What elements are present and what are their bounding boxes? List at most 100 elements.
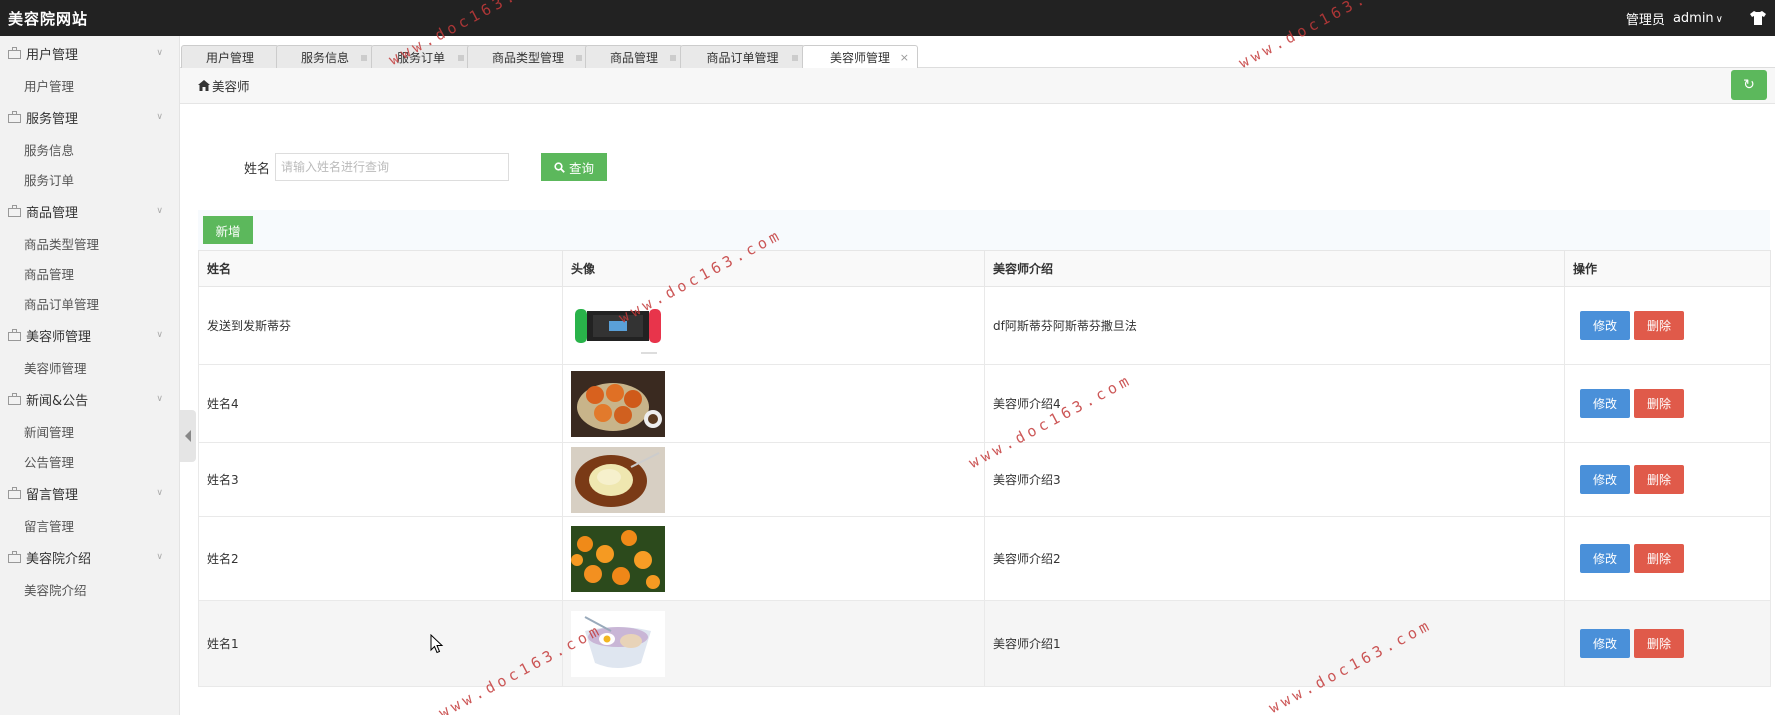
sidebar-collapse-handle[interactable] <box>180 410 196 462</box>
delete-button[interactable]: 删除 <box>1634 311 1684 340</box>
search-label: 姓名 <box>244 162 271 177</box>
site-title: 美容院网站 <box>8 9 89 28</box>
sidebar-group[interactable]: 美容院介绍 ∨ <box>0 540 179 574</box>
edit-button[interactable]: 修改 <box>1580 311 1630 340</box>
sidebar-item[interactable]: 新闻管理 <box>0 416 179 446</box>
sidebar-group-label: 服务管理 <box>26 111 79 127</box>
sidebar-item[interactable]: 公告管理 <box>0 446 179 476</box>
edit-button[interactable]: 修改 <box>1580 465 1630 494</box>
sidebar-item[interactable]: 美容师管理 <box>0 352 179 382</box>
username: admin <box>1672 10 1714 26</box>
tab-close-marker <box>458 55 464 61</box>
tab-label: 用户管理 <box>205 50 254 65</box>
sidebar-group[interactable]: 留言管理 ∨ <box>0 476 179 510</box>
briefcase-icon <box>8 551 21 563</box>
sidebar-group-label: 留言管理 <box>26 487 79 503</box>
tab-close-marker <box>792 55 798 61</box>
sidebar-item[interactable]: 美容院介绍 <box>0 574 179 604</box>
chevron-down-icon: ∨ <box>156 112 163 122</box>
cell-intro: 美容师介绍3 <box>984 442 1565 517</box>
briefcase-icon <box>8 205 21 217</box>
top-navbar: 美容院网站 管理员 admin ∨ <box>0 0 1775 36</box>
cell-intro: df阿斯蒂芬阿斯蒂芬撒旦法 <box>984 286 1565 365</box>
cell-actions: 修改 删除 <box>1564 442 1771 517</box>
sidebar-group-label: 用户管理 <box>26 47 79 63</box>
cell-avatar <box>562 442 985 517</box>
cell-intro: 美容师介绍1 <box>984 600 1565 687</box>
sidebar: 用户管理 ∨ 用户管理 服务管理 ∨ 服务信息 服务订单 商品管理 ∨ 商品类型管理 商品管理 商品订… <box>0 36 180 715</box>
user-menu[interactable]: admin ∨ <box>1673 11 1723 26</box>
sidebar-item[interactable]: 服务信息 <box>0 134 179 164</box>
cell-name: 姓名4 <box>198 364 563 443</box>
edit-button[interactable]: 修改 <box>1580 629 1630 658</box>
table-body: 发送到发斯蒂芬 df阿斯蒂芬阿斯蒂芬撒旦法 修改 删除 姓名4 美容师介绍4 修改 删除 姓名3… <box>198 286 1771 687</box>
sidebar-item[interactable]: 商品管理 <box>0 258 179 288</box>
tab-close-marker <box>670 55 676 61</box>
breadcrumb: 美容师 ↻ <box>180 68 1775 104</box>
sidebar-group-label: 商品管理 <box>26 205 79 221</box>
collapse-arrow-icon <box>185 430 191 442</box>
tab-label: 商品订单管理 <box>706 50 779 65</box>
sidebar-group[interactable]: 商品管理 ∨ <box>0 194 179 228</box>
sidebar-group[interactable]: 用户管理 ∨ <box>0 36 179 70</box>
search-input[interactable] <box>275 153 509 181</box>
search-button[interactable]: 查询 <box>541 153 607 181</box>
cell-name: 发送到发斯蒂芬 <box>198 286 563 365</box>
edit-button[interactable]: 修改 <box>1580 389 1630 418</box>
tab[interactable]: 商品订单管理 <box>680 45 805 68</box>
cell-actions: 修改 删除 <box>1564 516 1771 601</box>
sidebar-group-label: 美容院介绍 <box>26 551 92 567</box>
beautician-table: 姓名 头像 美容师介绍 操作 发送到发斯蒂芬 df阿斯蒂芬阿斯蒂芬撒旦法 修改 删除 姓名4 美… <box>198 250 1771 687</box>
chevron-down-icon: ∨ <box>156 48 163 58</box>
tab[interactable]: 服务信息 <box>276 45 374 68</box>
cell-avatar <box>562 516 985 601</box>
column-header: 操作 <box>1564 250 1771 287</box>
tab[interactable]: 商品类型管理 <box>467 45 589 68</box>
cell-intro: 美容师介绍2 <box>984 516 1565 601</box>
edit-button[interactable]: 修改 <box>1580 544 1630 573</box>
sidebar-item[interactable]: 用户管理 <box>0 70 179 100</box>
cell-name: 姓名3 <box>198 442 563 517</box>
column-header: 姓名 <box>198 250 563 287</box>
briefcase-icon <box>8 47 21 59</box>
cell-name: 姓名2 <box>198 516 563 601</box>
delete-button[interactable]: 删除 <box>1634 465 1684 494</box>
sidebar-item[interactable]: 服务订单 <box>0 164 179 194</box>
sidebar-item[interactable]: 商品类型管理 <box>0 228 179 258</box>
cell-actions: 修改 删除 <box>1564 600 1771 687</box>
chevron-down-icon: ∨ <box>156 488 163 498</box>
table-header: 姓名 头像 美容师介绍 操作 <box>198 250 1771 287</box>
briefcase-icon <box>8 487 21 499</box>
search-icon <box>554 161 565 173</box>
search-button-label: 查询 <box>568 161 594 176</box>
sidebar-item[interactable]: 留言管理 <box>0 510 179 540</box>
table-row: 姓名4 美容师介绍4 修改 删除 <box>198 364 1771 443</box>
tab[interactable]: 美容师管理 × <box>802 45 918 69</box>
delete-button[interactable]: 删除 <box>1634 389 1684 418</box>
add-button[interactable]: 新增 <box>203 216 253 244</box>
sidebar-group[interactable]: 新闻&公告 ∨ <box>0 382 179 416</box>
chevron-down-icon: ∨ <box>156 330 163 340</box>
shirt-icon[interactable] <box>1749 10 1767 26</box>
close-icon[interactable]: × <box>900 51 909 64</box>
sidebar-item[interactable]: 商品订单管理 <box>0 288 179 318</box>
mouse-cursor-icon <box>430 634 444 654</box>
table-row: 姓名2 美容师介绍2 修改 删除 <box>198 516 1771 601</box>
tab[interactable]: 用户管理 <box>181 45 279 68</box>
sidebar-group[interactable]: 美容师管理 ∨ <box>0 318 179 352</box>
tab-close-marker <box>576 55 582 61</box>
briefcase-icon <box>8 329 21 341</box>
delete-button[interactable]: 删除 <box>1634 544 1684 573</box>
cell-actions: 修改 删除 <box>1564 364 1771 443</box>
chevron-down-icon: ∨ <box>156 206 163 216</box>
breadcrumb-label: 美容师 <box>212 79 250 94</box>
sidebar-group[interactable]: 服务管理 ∨ <box>0 100 179 134</box>
column-header: 美容师介绍 <box>984 250 1565 287</box>
tab-label: 商品管理 <box>609 50 658 65</box>
delete-button[interactable]: 删除 <box>1634 629 1684 658</box>
tab[interactable]: 商品管理 <box>585 45 683 68</box>
refresh-button[interactable]: ↻ <box>1731 70 1767 100</box>
chevron-down-icon: ∨ <box>156 552 163 562</box>
cell-actions: 修改 删除 <box>1564 286 1771 365</box>
chevron-down-icon: ∨ <box>1715 13 1723 25</box>
